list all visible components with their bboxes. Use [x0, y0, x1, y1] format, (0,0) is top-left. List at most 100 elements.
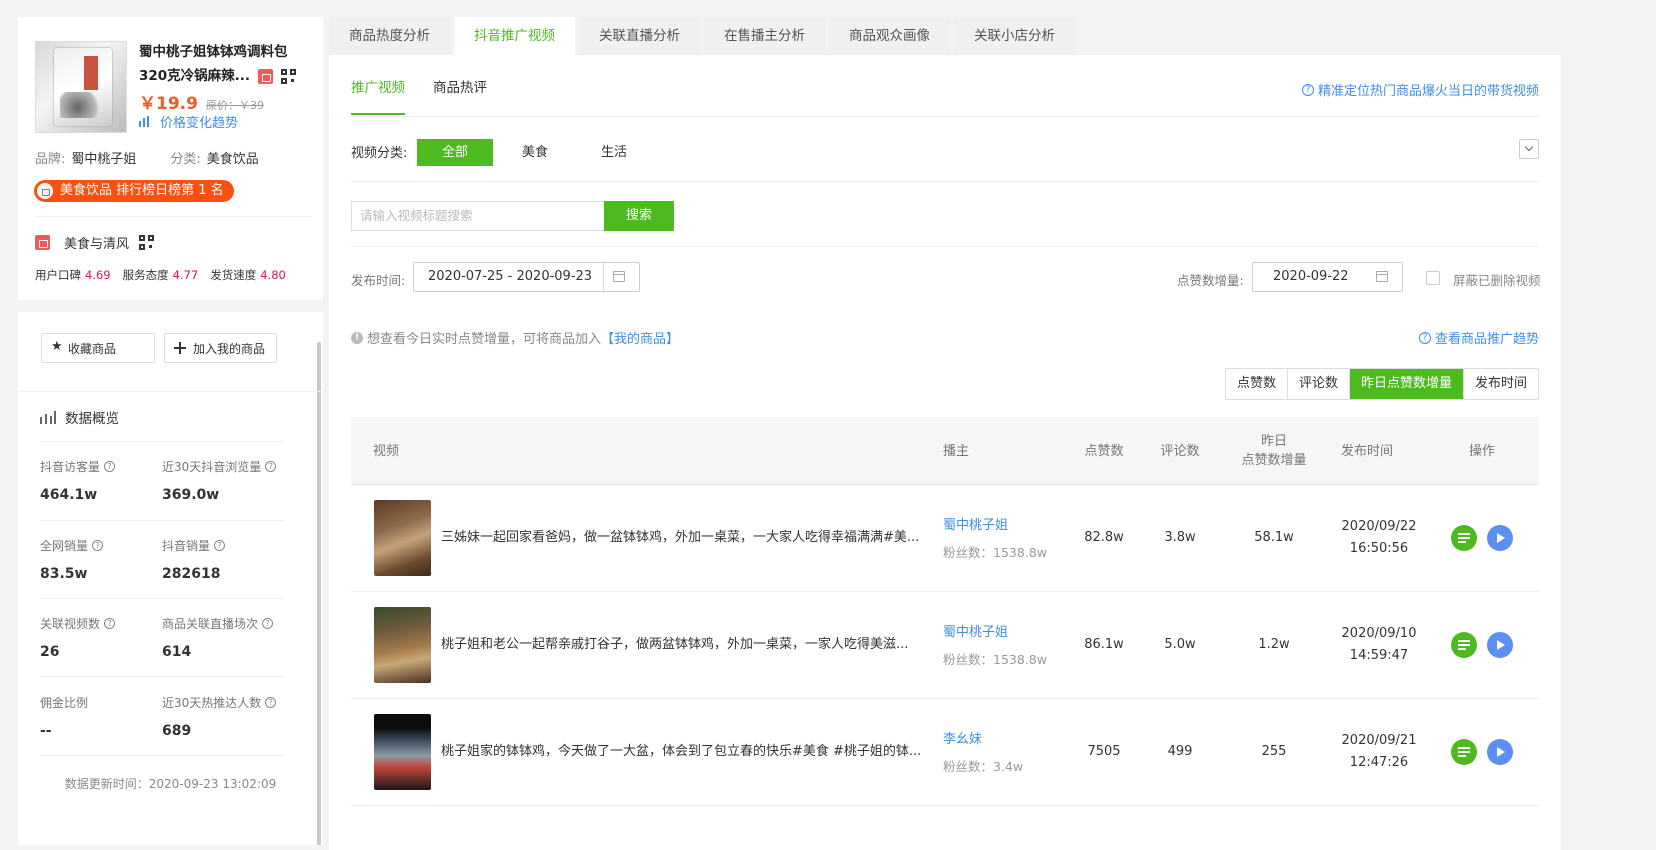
host-fans: 粉丝数：1538.8w	[943, 652, 1047, 667]
precise-locate-link[interactable]: ? 精准定位热门商品爆火当日的带货视频	[1301, 80, 1539, 99]
stat-label: 抖音访客量	[40, 460, 101, 474]
help-icon[interactable]: ?	[104, 618, 116, 629]
col-yesterday-inc: 昨日 点赞数增量	[1221, 417, 1327, 485]
play-icon[interactable]	[1487, 525, 1513, 551]
host-name-link[interactable]: 李幺妹	[943, 728, 982, 747]
help-icon[interactable]: ?	[214, 540, 226, 551]
sort-comments[interactable]: 评论数	[1288, 369, 1350, 399]
rating-value: 4.80	[260, 268, 286, 282]
publish-date: 2020/09/10	[1341, 626, 1417, 641]
host-name-link[interactable]: 蜀中桃子姐	[943, 621, 1008, 640]
help-icon[interactable]: ?	[104, 461, 116, 472]
publish-date: 2020/09/21	[1341, 733, 1417, 748]
tab-audience-profile[interactable]: 商品观众画像	[829, 17, 950, 55]
col-operations: 操作	[1468, 443, 1495, 459]
sort-buttons: 点赞数 评论数 昨日点赞数增量 发布时间	[1224, 368, 1539, 400]
video-thumbnail[interactable]	[374, 714, 431, 790]
host-fans: 粉丝数：1538.8w	[943, 545, 1047, 560]
divider	[351, 181, 1539, 182]
col-inc-line2: 点赞数增量	[1241, 453, 1307, 468]
sort-publish-time[interactable]: 发布时间	[1464, 369, 1538, 399]
yesterday-inc-cell: 1.2w	[1258, 637, 1290, 652]
stat-douyin-sales: 抖音销量? 282618	[162, 537, 287, 582]
data-updated-time: 数据更新时间：2020-09-23 13:02:09	[64, 777, 277, 791]
tab-douyin-videos[interactable]: 抖音推广视频	[454, 17, 575, 55]
video-thumbnail[interactable]	[374, 500, 431, 576]
price-trend-link[interactable]: 价格变化趋势	[139, 112, 238, 131]
category-all[interactable]: 全部	[417, 139, 493, 166]
category-life[interactable]: 生活	[576, 139, 652, 166]
stat-label: 关联视频数	[40, 617, 101, 631]
stat-value: 614	[162, 644, 192, 660]
hide-deleted-checkbox[interactable]	[1426, 271, 1440, 285]
expand-chevron-down-icon[interactable]	[1519, 139, 1539, 159]
brand-value: 蜀中桃子姐	[71, 152, 137, 167]
divider	[35, 216, 311, 217]
likes-cell: 7505	[1087, 744, 1121, 759]
tab-seller-analysis[interactable]: 在售播主分析	[704, 17, 825, 55]
play-icon[interactable]	[1487, 739, 1513, 765]
hide-deleted-label: 屏蔽已删除视频	[1453, 273, 1541, 288]
host-fans: 粉丝数：3.4w	[943, 759, 1024, 774]
product-title-line2: 320克冷锅麻辣...	[139, 68, 251, 84]
stat-value: 26	[40, 644, 60, 660]
likes-cell: 82.8w	[1084, 530, 1124, 545]
stat-label: 佣金比例	[40, 696, 89, 710]
tab-related-shops[interactable]: 关联小店分析	[954, 17, 1075, 55]
promo-trend-link[interactable]: ? 查看商品推广趋势	[1418, 328, 1539, 347]
product-title[interactable]: 蜀中桃子姐钵钵鸡调料包 320克冷锅麻辣...	[139, 40, 309, 88]
comments-cell: 5.0w	[1164, 637, 1196, 652]
help-icon[interactable]: ?	[92, 540, 104, 551]
detail-list-icon[interactable]	[1451, 525, 1477, 551]
store-row[interactable]: 美食与清风	[35, 233, 155, 252]
subtab-promo-videos[interactable]: 推广视频	[351, 55, 405, 115]
product-price: ￥19.9	[139, 94, 198, 114]
subtab-hot-comments[interactable]: 商品热评	[433, 55, 487, 115]
tab-live-analysis[interactable]: 关联直播分析	[579, 17, 700, 55]
likes-inc-date[interactable]: 2020-09-22	[1252, 262, 1403, 292]
qrcode-icon[interactable]	[281, 68, 297, 84]
likes-cell: 86.1w	[1084, 637, 1124, 652]
stat-label: 近30天热推达人数	[162, 696, 262, 710]
sidebar-scrollbar[interactable]	[317, 342, 321, 845]
col-publish-time: 发布时间	[1340, 443, 1393, 459]
star-icon	[51, 339, 63, 354]
store-icon	[35, 235, 50, 250]
host-name-link[interactable]: 蜀中桃子姐	[943, 514, 1008, 533]
play-icon[interactable]	[1487, 632, 1513, 658]
add-my-product-label: 加入我的商品	[193, 341, 266, 356]
video-title[interactable]: 桃子姐和老公一起帮亲戚打谷子，做两盆钵钵鸡，外加一桌菜，一家人吃得美滋...	[441, 592, 931, 698]
video-title[interactable]: 桃子姐家的钵钵鸡，今天做了一大盆，体会到了包立春的快乐#美食 #桃子姐的钵...	[441, 699, 931, 805]
publish-time-label: 发布时间:	[351, 273, 406, 288]
original-price: 原价：￥39	[205, 99, 264, 112]
store-qrcode-icon[interactable]	[139, 235, 155, 250]
add-my-product-button[interactable]: 加入我的商品	[164, 333, 277, 363]
stat-30day-views: 近30天抖音浏览量? 369.0w	[162, 458, 287, 503]
detail-list-icon[interactable]	[1451, 739, 1477, 765]
rating-label: 服务态度	[122, 268, 169, 282]
category-food[interactable]: 美食	[497, 139, 573, 166]
sort-likes[interactable]: 点赞数	[1226, 369, 1288, 399]
detail-list-icon[interactable]	[1451, 632, 1477, 658]
tab-heat-analysis[interactable]: 商品热度分析	[329, 17, 450, 55]
help-icon[interactable]: ?	[262, 618, 274, 629]
stat-total-sales: 全网销量? 83.5w	[40, 537, 165, 582]
overview-header: 数据概览	[40, 407, 119, 427]
search-button[interactable]: 搜索	[604, 201, 674, 231]
divider	[40, 676, 284, 677]
help-icon[interactable]: ?	[265, 461, 277, 472]
help-icon[interactable]: ?	[265, 697, 277, 708]
video-title[interactable]: 三姊妹一起回家看爸妈，做一盆钵钵鸡，外加一桌菜，一大家人吃得幸福满满#美...	[441, 485, 931, 591]
video-thumbnail[interactable]	[374, 607, 431, 683]
likes-inc-label: 点赞数增量:	[1177, 273, 1244, 288]
shop-icon[interactable]	[258, 68, 274, 84]
search-input[interactable]: 请输入视频标题搜索	[351, 201, 604, 231]
comments-cell: 499	[1167, 744, 1193, 759]
publish-time-cell: 2020/09/22 16:50:56	[1329, 485, 1429, 591]
favorite-button[interactable]: 收藏商品	[41, 333, 155, 363]
table-row: 三姊妹一起回家看爸妈，做一盆钵钵鸡，外加一桌菜，一大家人吃得幸福满满#美... …	[351, 485, 1539, 592]
publish-date-range[interactable]: 2020-07-25 - 2020-09-23	[413, 262, 640, 292]
sort-yesterday-inc[interactable]: 昨日点赞数增量	[1349, 369, 1464, 399]
my-products-link[interactable]: 【我的商品】	[601, 328, 679, 347]
stat-commission: 佣金比例 --	[40, 694, 165, 739]
